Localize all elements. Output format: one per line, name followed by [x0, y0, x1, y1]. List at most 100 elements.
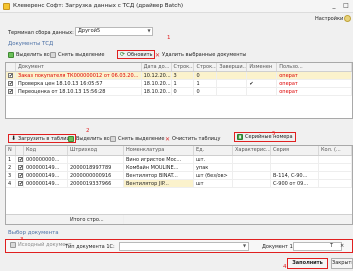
clear-icon[interactable]: × [340, 242, 344, 251]
refresh-button[interactable]: ⟳ Обновить [117, 50, 156, 59]
lines-row-checkbox[interactable]: ✔ [16, 156, 24, 163]
lines-row-qty [319, 172, 352, 179]
lines-row-barcode [68, 156, 124, 163]
lines-row-characteristic [233, 164, 271, 171]
window-title: Клеверенс Софт: Загрузка данных с ТСД (д… [13, 3, 184, 9]
select-all-lines-button[interactable]: Выделить все [68, 136, 113, 142]
docs-col-lines1[interactable]: Строк... [172, 63, 195, 71]
lines-col-nomenclature[interactable]: Номенклатура [124, 146, 194, 155]
docs-row-finished [217, 72, 248, 79]
unselect-lines-button[interactable]: Снять выделение [110, 136, 165, 142]
select-all-docs-button[interactable]: Выделить все [8, 52, 53, 58]
docs-row-finished [217, 80, 248, 87]
lines-table-header: N Код Штрихкод Номенклатура Ед. Характер… [6, 146, 352, 156]
lines-table[interactable]: N Код Штрихкод Номенклатура Ед. Характер… [5, 145, 353, 225]
docs-row-user: операт [277, 80, 352, 87]
lines-col-code[interactable]: Код [24, 146, 68, 155]
docs-row-checkbox[interactable]: ✔ [6, 88, 16, 95]
docs-col-date[interactable]: Дата до... [142, 63, 172, 71]
checkbox-icon[interactable]: ✔ [18, 165, 23, 171]
doc-1c-input[interactable] [293, 242, 342, 251]
clear-table-button[interactable]: ✕ Очистить таблицу [165, 136, 220, 142]
source-doc-button[interactable]: Исходный документ [10, 242, 72, 248]
lines-table-row[interactable]: 3 ✔ 000000149... 2000000000916 Вентилятор BI… [6, 172, 352, 180]
lines-col-qty[interactable]: Кол. (... [319, 146, 352, 155]
docs-row-checkbox[interactable]: ✔ [6, 80, 16, 87]
checkbox-icon[interactable]: ✔ [8, 81, 13, 87]
docs-row-checkbox[interactable]: ✔ [6, 72, 16, 79]
docs-row-user: операт [277, 72, 352, 79]
checkbox-icon[interactable]: ✔ [8, 89, 13, 95]
minimize-button[interactable]: _ [330, 2, 338, 10]
select-all-icon [8, 52, 14, 58]
maximize-button[interactable]: □ [342, 2, 350, 10]
settings-link[interactable]: Настройки [315, 16, 343, 22]
callout-marker-2: 2 [86, 128, 90, 134]
callout-marker-1: 1 [167, 35, 171, 41]
select-all-docs-label: Выделить все [16, 52, 53, 58]
docs-col-document[interactable]: Документ [16, 63, 142, 71]
load-to-table-label: Загрузить в таблицу [18, 135, 73, 142]
terminal-select[interactable]: Другой5 [75, 27, 153, 36]
lines-col-unit[interactable]: Ед. [194, 146, 233, 155]
lines-row-checkbox[interactable]: ✔ [16, 164, 24, 171]
lines-total-label: Итого стро... [68, 215, 124, 224]
lines-col-n[interactable]: N [6, 146, 16, 155]
docs-check-header [6, 63, 16, 71]
lines-row-characteristic [233, 172, 271, 179]
lines-row-n: 3 [6, 172, 16, 179]
doc-type-select[interactable] [119, 242, 249, 251]
lines-col-series[interactable]: Серия [271, 146, 319, 155]
lines-col-characteristic[interactable]: Характерис... [233, 146, 271, 155]
docs-table-row[interactable]: ✔ Заказ покупателя ТК000000012 от 06.03.2… [6, 72, 352, 80]
lines-row-checkbox[interactable]: ✔ [16, 172, 24, 179]
docs-col-user[interactable]: Пользо... [277, 63, 352, 71]
clear-table-label: Очистить таблицу [172, 136, 221, 142]
docs-row-lines2: 1 [194, 80, 218, 87]
lines-table-row[interactable]: 2 ✔ 000000149... 2000018997789 Комбайн MOULI… [6, 164, 352, 172]
lines-row-unit: упак [194, 164, 233, 171]
lines-rows: 1 ✔ 000000000... Вино игристое Мос... шт. 2 ✔ 0… [6, 156, 352, 188]
lines-col-barcode[interactable]: Штрихкод [68, 146, 124, 155]
lines-row-checkbox[interactable]: ✔ [16, 180, 24, 187]
lines-row-nomenclature: Вентилятор JIP... [124, 180, 194, 187]
load-to-table-button[interactable]: ⬇ Загрузить в таблицу [8, 134, 76, 143]
docs-row-date: 18.10.20... [143, 88, 172, 95]
fill-button[interactable]: Заполнить [287, 258, 328, 269]
docs-col-changed[interactable]: Изменен [247, 63, 278, 71]
close-button[interactable]: Закрыть [331, 258, 353, 269]
terminal-label: Терминал сбора данных: [8, 30, 74, 36]
docs-table-row[interactable]: ✔ Проверка цен 18.10.13 16:05:57 18.10.20.… [6, 80, 352, 88]
lines-row-characteristic [233, 156, 271, 163]
checkbox-icon[interactable]: ✔ [18, 157, 23, 163]
lines-table-row[interactable]: 4 ✔ 000000149... 2000019337966 Вентилятор JI… [6, 180, 352, 188]
docs-table-row[interactable]: ✔ Переоценка от 18.10.13 15:56:28 18.10.20… [6, 88, 352, 96]
lines-row-unit: шт. [194, 156, 233, 163]
docs-col-lines2[interactable]: Строк... [194, 63, 218, 71]
docs-col-finished[interactable]: Заверши... [217, 63, 248, 71]
docs-row-document: Переоценка от 18.10.13 15:56:28 [16, 88, 142, 95]
type-select-button[interactable]: T [330, 242, 333, 251]
lines-table-row[interactable]: 1 ✔ 000000000... Вино игристое Мос... шт. [6, 156, 352, 164]
unselect-docs-button[interactable]: Снять выделение [50, 52, 105, 58]
unselect-lines-label: Снять выделение [118, 136, 165, 142]
delete-docs-button[interactable]: ✕ Удалить выбранные документы [155, 52, 246, 58]
docs-row-changed: ✔ [247, 80, 278, 87]
lines-col-check [16, 146, 24, 155]
serial-numbers-button[interactable]: ▮ Серийные номера [234, 132, 296, 142]
docs-table[interactable]: Документ Дата до... Строк... Строк... За… [5, 62, 353, 119]
chevron-down-icon[interactable]: ▼ [145, 27, 153, 36]
checkbox-icon[interactable]: ✔ [18, 181, 23, 187]
checkbox-icon[interactable]: ✔ [18, 173, 23, 179]
docs-row-date: 18.10.20... [143, 80, 172, 87]
docs-row-document: Проверка цен 18.10.13 16:05:57 [16, 80, 142, 87]
source-doc-label: Исходный документ [18, 242, 72, 248]
checkbox-icon[interactable]: ✔ [8, 73, 13, 79]
refresh-icon: ⟳ [120, 51, 126, 58]
docs-section-title: Документы ТСД [8, 41, 54, 47]
settings-icon[interactable] [344, 15, 351, 22]
chevron-down-icon[interactable]: ▼ [240, 242, 249, 251]
clear-icon: ✕ [165, 135, 171, 143]
delete-docs-label: Удалить выбранные документы [162, 52, 247, 58]
lines-row-qty [319, 180, 352, 187]
